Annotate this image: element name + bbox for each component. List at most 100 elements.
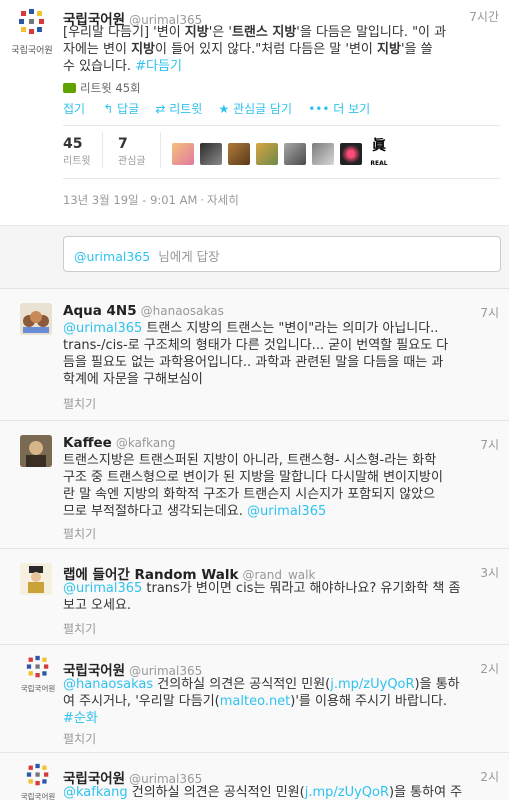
reply-author-handle[interactable]: @hanaosakas	[141, 304, 224, 318]
reply-author-name[interactable]: Aqua 4N5	[63, 303, 137, 319]
favoriter-avatars: 眞 REAL	[172, 139, 396, 169]
text-bold: 지방	[377, 42, 401, 57]
collapse-button[interactable]: 접기	[63, 102, 85, 116]
user-avatar[interactable]	[340, 143, 362, 165]
account-logo-avatar[interactable]: 국립국어원	[18, 655, 58, 705]
user-avatar[interactable]	[284, 143, 306, 165]
reply-placeholder: 님에게 답장	[158, 249, 220, 264]
kaffee-avatar-icon	[20, 435, 52, 467]
reply-item[interactable]: 랩에 들어간 Random Walk @rand_walk 3시 @urimal3…	[0, 549, 509, 645]
stat-divider	[102, 132, 103, 168]
text-segment: '을 쓸	[400, 42, 433, 57]
user-avatar[interactable]	[256, 143, 278, 165]
reply-time[interactable]: 3시	[480, 564, 499, 581]
text-segment: )을 통하여 주	[389, 785, 463, 800]
user-avatar[interactable]	[172, 143, 194, 165]
korean-institute-logo-icon	[26, 655, 49, 678]
reply-item[interactable]: 국립국어원 국립국어원 @urimal365 2시 @kafkang 건의하실 의…	[0, 753, 509, 800]
aqua-avatar-icon	[23, 311, 49, 333]
retweet-stat-value: 45	[63, 136, 83, 152]
text-line: 학계에 자문을 구해보심이	[63, 372, 203, 387]
reply-icon: ↰	[103, 102, 118, 116]
tweet-time[interactable]: 7시간	[469, 8, 499, 25]
text-segment: '을 다듬은 말입니다. "이 과	[296, 25, 447, 40]
user-avatar[interactable]	[20, 303, 52, 335]
hashtag-link[interactable]: #순화	[63, 711, 98, 726]
random-walk-avatar-icon	[20, 563, 52, 595]
expand-link[interactable]: 펼치기	[63, 730, 96, 747]
reply-header: Aqua 4N5 @hanaosakas	[63, 303, 224, 319]
separator: ·	[200, 193, 205, 207]
favorite-button[interactable]: ★ 관심글 담기	[218, 102, 292, 116]
reply-input[interactable]: @urimal365 님에게 답장	[63, 236, 501, 272]
url-link[interactable]: j.mp/zUyQoR	[330, 677, 414, 692]
reply-author-name[interactable]: Kaffee	[63, 435, 112, 451]
reply-item[interactable]: 국립국어원 국립국어원 @urimal365 2시 @hanaosakas 건의하…	[0, 645, 509, 753]
reply-time[interactable]: 2시	[480, 768, 499, 785]
url-link[interactable]: malteo.net	[220, 694, 291, 709]
reply-author-handle[interactable]: @kafkang	[116, 436, 176, 450]
user-avatar[interactable]	[228, 143, 250, 165]
reply-button[interactable]: ↰ 답글	[103, 102, 139, 116]
retweet-count-row: 리트윗 45회	[63, 80, 141, 96]
divider	[63, 178, 500, 179]
tweet-detail-page: 국립국어원 국립국어원 @urimal365 7시간 [우리말 다듬기] '변이 …	[0, 0, 509, 800]
user-avatar[interactable]	[20, 563, 52, 595]
text-line: 보고 오세요.	[63, 598, 132, 613]
logo-caption: 국립국어원	[20, 684, 56, 693]
main-tweet: 국립국어원 국립국어원 @urimal365 7시간 [우리말 다듬기] '변이 …	[0, 0, 509, 226]
reply-time[interactable]: 7시	[480, 436, 499, 453]
user-avatar[interactable]	[312, 143, 334, 165]
real-subtext: REAL	[370, 160, 388, 167]
logo-caption: 국립국어원	[20, 792, 56, 800]
reply-time[interactable]: 7시	[480, 304, 499, 321]
reply-text: @hanaosakas 건의하실 의견은 공식적인 민원(j.mp/zUyQoR…	[63, 676, 503, 727]
text-bold: 지방	[184, 25, 209, 40]
mention-link[interactable]: @urimal365	[247, 504, 326, 519]
text-line: 구조 중 트랜스형으로 변이가 된 지방을 말합니다 다시말해 변이지방이	[63, 470, 443, 485]
tweet-timestamp-row: 13년 3월 19일 - 9:01 AM · 자세히	[63, 192, 239, 208]
more-label: 더 보기	[333, 102, 371, 116]
star-icon: ★	[218, 102, 234, 116]
more-icon: •••	[308, 102, 334, 116]
retweet-stat[interactable]: 45 리트윗	[63, 136, 91, 167]
text-segment: 트랜스 지방의 트랜스는 "변이"라는 의미가 아닙니다..	[142, 321, 439, 336]
reply-item[interactable]: Kaffee @kafkang 7시 트랜스지방은 트랜스퍼된 지방이 아니라, …	[0, 421, 509, 549]
mention-link[interactable]: @kafkang	[63, 785, 128, 800]
korean-institute-logo-icon	[19, 9, 44, 34]
mention-link[interactable]: @urimal365	[63, 321, 142, 336]
divider	[63, 125, 500, 126]
favorite-label: 관심글 담기	[233, 102, 293, 116]
retweet-small-icon	[63, 83, 76, 93]
mention-link[interactable]: @urimal365	[63, 581, 142, 596]
tweet-timestamp[interactable]: 13년 3월 19일 - 9:01 AM	[63, 193, 197, 207]
hashtag-link[interactable]: #다듬기	[135, 59, 182, 74]
reply-mention: @urimal365	[74, 249, 151, 264]
text-segment: 여 주시거나, '우리말 다듬기(	[63, 694, 220, 709]
expand-link[interactable]: 펼치기	[63, 525, 96, 542]
text-line: 란 말 속엔 지방의 화학적 구조가 트랜슨지 시슨지가 포함되지 않았으	[63, 487, 436, 502]
user-avatar[interactable]	[20, 435, 52, 467]
reply-time[interactable]: 2시	[480, 660, 499, 677]
favorite-stat[interactable]: 7 관심글	[118, 136, 146, 167]
expand-link[interactable]: 펼치기	[63, 395, 96, 412]
text-line: trans-/cis-로 구조체의 형태가 다른 것입니다... 굳이 번역할 …	[63, 338, 449, 353]
expand-link[interactable]: 펼치기	[63, 620, 96, 637]
favorite-stat-label: 관심글	[118, 156, 146, 167]
favorite-stat-value: 7	[118, 136, 128, 152]
stat-divider	[160, 132, 161, 168]
account-logo-avatar[interactable]: 국립국어원	[8, 6, 56, 66]
retweet-stat-label: 리트윗	[63, 156, 91, 167]
user-avatar-real[interactable]: 眞 REAL	[368, 139, 390, 167]
account-logo-avatar[interactable]: 국립국어원	[18, 763, 58, 800]
retweet-button[interactable]: ⇄ 리트윗	[155, 102, 202, 116]
user-avatar[interactable]	[200, 143, 222, 165]
retweet-label: 리트윗	[169, 102, 203, 116]
details-link[interactable]: 자세히	[207, 193, 239, 207]
more-button[interactable]: ••• 더 보기	[308, 102, 370, 116]
url-link[interactable]: j.mp/zUyQoR	[305, 785, 389, 800]
mention-link[interactable]: @hanaosakas	[63, 677, 153, 692]
reply-item[interactable]: Aqua 4N5 @hanaosakas 7시 @urimal365 트랜스 지방…	[0, 289, 509, 421]
korean-institute-logo-icon	[26, 763, 49, 786]
retweet-count-label: 리트윗 45회	[80, 81, 141, 95]
